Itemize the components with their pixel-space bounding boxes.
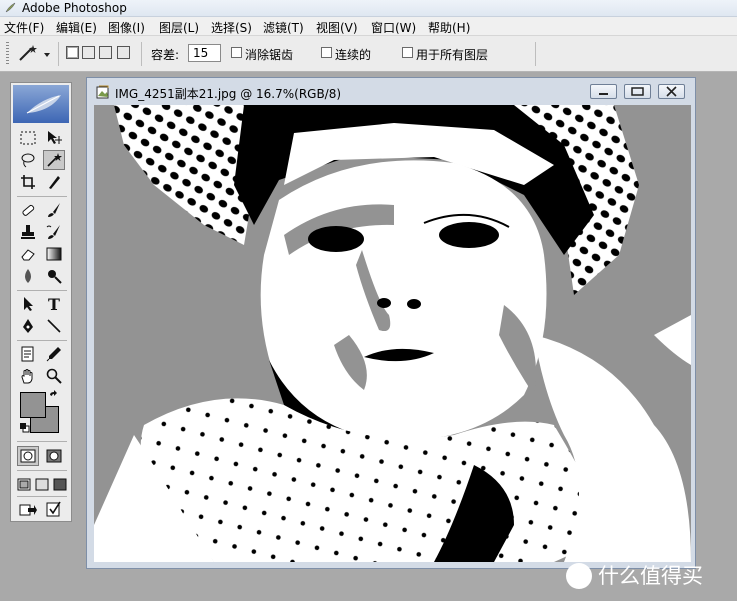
photoshop-feather-icon bbox=[5, 2, 16, 13]
tolerance-label: 容差: bbox=[151, 48, 180, 62]
full-screen-menubar-mode-icon[interactable] bbox=[33, 474, 51, 494]
blur-tool-icon[interactable] bbox=[17, 266, 39, 286]
default-colors-icon[interactable] bbox=[18, 421, 30, 433]
zoom-tool-icon[interactable] bbox=[43, 366, 65, 386]
quick-mask-mode-icon[interactable] bbox=[43, 446, 65, 466]
options-separator bbox=[141, 42, 142, 66]
options-separator bbox=[58, 42, 59, 66]
line-tool-icon[interactable] bbox=[43, 316, 65, 336]
healing-brush-tool-icon[interactable] bbox=[17, 200, 39, 220]
crop-tool-icon[interactable] bbox=[17, 172, 39, 192]
toolbox-separator bbox=[17, 470, 67, 471]
contiguous-checkbox[interactable] bbox=[321, 47, 332, 58]
type-tool-icon[interactable]: T bbox=[43, 294, 65, 314]
menu-window[interactable]: 窗口(W) bbox=[371, 19, 416, 36]
feather-logo-icon bbox=[26, 95, 61, 114]
menu-file[interactable]: 文件(F) bbox=[4, 19, 44, 36]
new-selection-button[interactable] bbox=[66, 46, 79, 59]
watermark-text: 什么值得买 bbox=[598, 564, 703, 588]
jump-to-imageready-icon[interactable] bbox=[17, 499, 39, 519]
menu-help[interactable]: 帮助(H) bbox=[428, 19, 470, 36]
contiguous-label: 连续的 bbox=[335, 48, 372, 62]
posterized-baby-photo bbox=[94, 105, 691, 562]
menu-view[interactable]: 视图(V) bbox=[316, 19, 358, 36]
swap-colors-icon[interactable] bbox=[47, 389, 61, 403]
standard-mode-icon[interactable] bbox=[17, 446, 39, 466]
minimize-button[interactable] bbox=[590, 84, 617, 99]
add-to-selection-button[interactable] bbox=[82, 46, 95, 59]
app-title-bar: Adobe Photoshop bbox=[0, 0, 737, 17]
intersect-selection-button[interactable] bbox=[117, 46, 130, 59]
antialias-checkbox[interactable] bbox=[231, 47, 242, 58]
magic-wand-tool-icon[interactable] bbox=[43, 150, 65, 170]
menu-select[interactable]: 选择(S) bbox=[211, 19, 252, 36]
options-bar: 容差: 15 消除锯齿 连续的 用于所有图层 bbox=[0, 36, 737, 72]
all-layers-label: 用于所有图层 bbox=[416, 48, 489, 62]
menu-filter[interactable]: 滤镜(T) bbox=[263, 19, 304, 36]
lasso-tool-icon[interactable] bbox=[17, 150, 39, 170]
slice-tool-icon[interactable] bbox=[43, 172, 65, 192]
clone-stamp-tool-icon[interactable] bbox=[17, 222, 39, 242]
app-title: Adobe Photoshop bbox=[22, 1, 127, 15]
antialias-label: 消除锯齿 bbox=[245, 48, 294, 62]
maximize-button[interactable] bbox=[624, 84, 651, 99]
toolbox: T bbox=[10, 82, 72, 522]
subtract-from-selection-button[interactable] bbox=[99, 46, 112, 59]
toolbox-separator bbox=[17, 340, 67, 341]
imageready-icon[interactable] bbox=[43, 499, 65, 519]
toolbox-separator bbox=[17, 196, 67, 197]
eraser-tool-icon[interactable] bbox=[17, 244, 39, 264]
document-image-icon bbox=[96, 85, 109, 99]
options-separator bbox=[535, 42, 536, 66]
toolbox-header[interactable] bbox=[13, 85, 69, 123]
pen-tool-icon[interactable] bbox=[17, 316, 39, 336]
notes-tool-icon[interactable] bbox=[17, 344, 39, 364]
path-selection-tool-icon[interactable] bbox=[17, 294, 39, 314]
toolbox-separator bbox=[17, 441, 67, 442]
watermark-logo-icon bbox=[566, 563, 592, 589]
eyedropper-tool-icon[interactable] bbox=[43, 344, 65, 364]
menu-bar: 文件(F) 编辑(E) 图像(I) 图层(L) 选择(S) 滤镜(T) 视图(V… bbox=[0, 17, 737, 36]
menu-edit[interactable]: 编辑(E) bbox=[56, 19, 97, 36]
history-brush-tool-icon[interactable] bbox=[43, 222, 65, 242]
gradient-tool-icon[interactable] bbox=[43, 244, 65, 264]
options-bar-grip[interactable] bbox=[6, 42, 9, 66]
brush-tool-icon[interactable] bbox=[43, 200, 65, 220]
foreground-color-swatch[interactable] bbox=[20, 392, 46, 418]
marquee-tool-icon[interactable] bbox=[17, 128, 39, 148]
document-title: IMG_4251副本21.jpg @ 16.7%(RGB/8) bbox=[115, 87, 342, 101]
all-layers-checkbox[interactable] bbox=[402, 47, 413, 58]
image-canvas[interactable] bbox=[94, 105, 691, 562]
tolerance-input[interactable]: 15 bbox=[188, 44, 221, 62]
document-window: IMG_4251副本21.jpg @ 16.7%(RGB/8) bbox=[86, 77, 696, 569]
toolbox-separator bbox=[17, 496, 67, 497]
toolbox-separator bbox=[17, 290, 67, 291]
menu-layer[interactable]: 图层(L) bbox=[159, 19, 199, 36]
hand-tool-icon[interactable] bbox=[17, 366, 39, 386]
menu-image[interactable]: 图像(I) bbox=[108, 19, 145, 36]
move-tool-icon[interactable] bbox=[43, 128, 65, 148]
full-screen-mode-icon[interactable] bbox=[51, 474, 69, 494]
magic-wand-preset-icon[interactable] bbox=[14, 44, 54, 64]
dodge-tool-icon[interactable] bbox=[43, 266, 65, 286]
standard-screen-mode-icon[interactable] bbox=[15, 474, 33, 494]
close-button[interactable] bbox=[658, 84, 685, 99]
